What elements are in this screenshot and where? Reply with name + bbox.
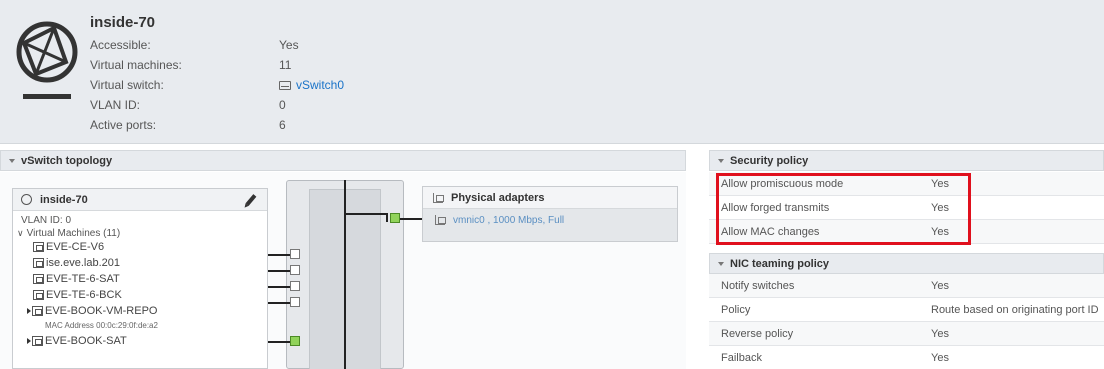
row-value: Route based on originating port ID xyxy=(931,303,1099,316)
field-label-vms: Virtual machines: xyxy=(90,58,182,72)
port-group-card[interactable]: inside-70 VLAN ID: 0 ∨ Virtual Machines (… xyxy=(12,188,268,369)
vm-icon xyxy=(33,290,44,300)
port-group-icon xyxy=(21,194,32,205)
vm-port-active xyxy=(290,336,300,346)
vm-item[interactable]: EVE-BOOK-VM-REPO xyxy=(13,303,267,319)
field-value-accessible: Yes xyxy=(279,38,299,52)
vm-item[interactable]: ise.eve.lab.201 xyxy=(13,255,267,271)
uplink-port-active xyxy=(390,213,400,223)
highlight-box xyxy=(716,173,971,245)
vm-item[interactable]: EVE-CE-V6 xyxy=(13,239,267,255)
table-row: Policy Route based on originating port ID xyxy=(709,298,1104,322)
physical-adapters-card[interactable]: Physical adapters vmnic0 , 1000 Mbps, Fu… xyxy=(422,186,678,242)
vswitch-topology-title: vSwitch topology xyxy=(21,154,113,167)
physical-adapters-title: Physical adapters xyxy=(423,187,677,209)
vm-name: EVE-TE-6-BCK xyxy=(46,289,122,301)
page-title: inside-70 xyxy=(90,14,156,31)
vm-name: EVE-BOOK-SAT xyxy=(45,335,127,347)
field-label-vlan: VLAN ID: xyxy=(90,98,141,112)
port-wire xyxy=(268,302,290,304)
field-label-vswitch: Virtual switch: xyxy=(90,78,164,92)
vswitch-icon xyxy=(279,80,291,90)
row-value: Yes xyxy=(931,327,949,340)
port-wire xyxy=(268,286,290,288)
vswitch-link[interactable]: vSwitch0 xyxy=(279,78,344,92)
port-wire xyxy=(268,254,290,256)
row-value: Yes xyxy=(931,351,949,364)
port-group-header: inside-70 Accessible: Yes Virtual machin… xyxy=(0,0,1104,144)
collapse-caret-icon xyxy=(718,158,724,163)
vm-item[interactable]: EVE-TE-6-BCK xyxy=(13,287,267,303)
vm-icon xyxy=(33,274,44,284)
edit-pencil-icon[interactable] xyxy=(245,194,257,206)
uplink-wire xyxy=(386,213,388,222)
table-row: Failback Yes xyxy=(709,346,1104,369)
vm-name: EVE-BOOK-VM-REPO xyxy=(45,305,158,317)
nic-teaming-title: NIC teaming policy xyxy=(730,257,830,270)
field-label-accessible: Accessible: xyxy=(90,38,151,52)
vm-list-label: Virtual Machines (11) xyxy=(26,228,121,239)
vm-name: EVE-TE-6-SAT xyxy=(46,273,120,285)
vm-mac-address: MAC Address 00:0c:29:0f:de:a2 xyxy=(45,321,158,330)
physical-adapter-link[interactable]: vmnic0 , 1000 Mbps, Full xyxy=(423,209,677,231)
vm-port xyxy=(290,297,300,307)
nic-icon xyxy=(435,215,446,225)
chevron-down-icon: ∨ xyxy=(17,228,24,238)
vm-item[interactable]: EVE-BOOK-SAT xyxy=(13,333,267,349)
vm-icon xyxy=(32,306,43,316)
table-row: Notify switches Yes xyxy=(709,274,1104,298)
vm-port xyxy=(290,249,300,259)
vm-name: ise.eve.lab.201 xyxy=(46,257,120,269)
nic-teaming-table: Notify switches Yes Policy Route based on … xyxy=(709,274,1104,369)
vm-port xyxy=(290,265,300,275)
collapse-caret-icon xyxy=(9,158,15,163)
vm-item[interactable]: EVE-TE-6-SAT xyxy=(13,271,267,287)
nic-icon xyxy=(433,192,444,203)
vm-icon xyxy=(33,258,44,268)
physical-adapter-label: vmnic0 , 1000 Mbps, Full xyxy=(453,214,565,226)
row-label: Policy xyxy=(721,303,751,316)
port-wire xyxy=(268,270,290,272)
physical-adapters-label: Physical adapters xyxy=(451,191,545,204)
nic-teaming-header[interactable]: NIC teaming policy xyxy=(709,253,1104,274)
vswitch-bus-line xyxy=(344,180,346,369)
security-policy-title: Security policy xyxy=(730,154,809,167)
row-label: Reverse policy xyxy=(721,327,794,340)
expand-arrow-icon[interactable] xyxy=(27,308,31,314)
uplink-wire xyxy=(400,218,422,220)
port-group-title: inside-70 xyxy=(13,189,267,211)
row-label: Notify switches xyxy=(721,279,795,292)
vswitch-topology-header[interactable]: vSwitch topology xyxy=(0,150,686,171)
port-group-name: inside-70 xyxy=(40,193,88,206)
row-label: Failback xyxy=(721,351,762,364)
field-value-vlan: 0 xyxy=(279,98,286,112)
network-globe-icon xyxy=(16,21,78,99)
table-row: Reverse policy Yes xyxy=(709,322,1104,346)
vm-port xyxy=(290,281,300,291)
vm-name: EVE-CE-V6 xyxy=(46,241,105,253)
collapse-caret-icon xyxy=(718,261,724,266)
row-value: Yes xyxy=(931,279,949,292)
expand-arrow-icon[interactable] xyxy=(27,338,31,344)
vm-list-toggle[interactable]: ∨ Virtual Machines (11) xyxy=(13,227,267,239)
field-value-active-ports: 6 xyxy=(279,118,286,132)
vm-icon xyxy=(33,242,44,252)
field-label-active-ports: Active ports: xyxy=(90,118,157,132)
field-value-vms: 11 xyxy=(279,58,292,72)
security-policy-header[interactable]: Security policy xyxy=(709,150,1104,171)
port-wire xyxy=(268,341,290,343)
vm-icon xyxy=(32,336,43,346)
port-group-vlan: VLAN ID: 0 xyxy=(21,215,72,226)
uplink-wire xyxy=(344,213,386,215)
vswitch-link-label: vSwitch0 xyxy=(296,78,345,92)
